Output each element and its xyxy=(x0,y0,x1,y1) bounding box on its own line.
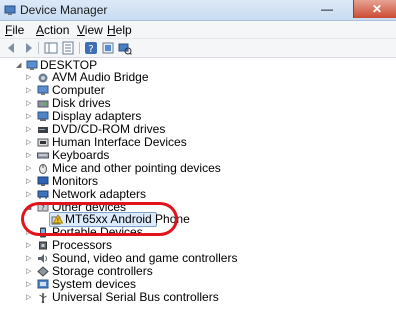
dvd-drive-icon xyxy=(38,127,48,133)
tree-item-mice[interactable]: ▷ Mice and other pointing devices xyxy=(0,162,396,174)
hid-icon xyxy=(37,138,49,147)
properties-icon[interactable] xyxy=(61,41,75,55)
expand-arrow-icon[interactable]: ▷ xyxy=(26,152,33,159)
toolbar-separator xyxy=(79,42,80,54)
menu-file[interactable]: File xyxy=(5,23,24,37)
expand-arrow-icon[interactable]: ▷ xyxy=(26,113,33,120)
device-manager-icon xyxy=(4,5,16,15)
computer-icon xyxy=(26,60,38,70)
minimize-button[interactable]: — xyxy=(314,0,340,18)
storage-controller-icon xyxy=(37,266,49,277)
red-highlight-annotation xyxy=(21,202,178,236)
window-title: Device Manager xyxy=(20,3,108,17)
tree-item-avm-audio-bridge[interactable]: ▷ AVM Audio Bridge xyxy=(0,71,396,83)
mouse-icon xyxy=(39,164,47,174)
tree-item-monitors[interactable]: ▷ Monitors xyxy=(0,175,396,187)
tree-item-human-interface-devices[interactable]: ▷ Human Interface Devices xyxy=(0,136,396,148)
network-adapter-icon xyxy=(37,190,49,199)
tree-item-keyboards[interactable]: ▷ Keyboards xyxy=(0,149,396,161)
usb-icon xyxy=(39,293,47,303)
expand-arrow-icon[interactable]: ▷ xyxy=(26,100,33,107)
sound-icon xyxy=(38,254,47,263)
monitor-icon xyxy=(37,176,49,186)
audio-icon xyxy=(38,73,48,83)
expand-arrow-icon[interactable]: ▷ xyxy=(26,139,33,146)
tree-item-dvd-cd-rom-drives[interactable]: ▷ DVD/CD-ROM drives xyxy=(0,123,396,135)
show-hide-tree-icon[interactable] xyxy=(44,41,58,55)
system-device-icon xyxy=(37,279,49,289)
toolbar-separator xyxy=(38,42,39,54)
processor-icon xyxy=(39,241,47,250)
expand-arrow-icon[interactable]: ▷ xyxy=(26,281,33,288)
update-driver-icon[interactable] xyxy=(101,41,115,55)
expand-arrow-icon[interactable]: ▷ xyxy=(26,191,33,198)
expand-arrow-icon[interactable]: ▷ xyxy=(26,242,33,249)
tree-item-network-adapters[interactable]: ▷ Network adapters xyxy=(0,188,396,200)
expand-arrow-icon[interactable]: ▷ xyxy=(26,87,33,94)
tree-item-computer[interactable]: ▷ Computer xyxy=(0,84,396,96)
menu-help[interactable]: Help xyxy=(107,23,132,37)
toolbar: ? xyxy=(0,39,396,58)
device-tree: ◢ DESKTOP ▷ AVM Audio Bridge ▷ Computer … xyxy=(0,58,396,314)
expand-arrow-icon[interactable]: ▷ xyxy=(26,255,33,262)
menu-view[interactable]: View xyxy=(77,23,103,37)
expand-arrow-icon[interactable]: ▷ xyxy=(26,268,33,275)
title-bar: Device Manager — ✕ xyxy=(0,0,396,21)
expand-arrow-icon[interactable]: ▷ xyxy=(26,74,33,81)
expand-arrow-icon[interactable]: ▷ xyxy=(26,165,33,172)
display-adapter-icon xyxy=(37,111,49,121)
menu-bar: File Action View Help xyxy=(0,21,396,39)
computer-icon xyxy=(37,85,49,95)
close-button[interactable]: ✕ xyxy=(353,0,396,18)
tree-item-disk-drives[interactable]: ▷ Disk drives xyxy=(0,97,396,109)
menu-action[interactable]: Action xyxy=(36,23,69,37)
forward-icon[interactable] xyxy=(21,41,35,55)
disk-drive-icon xyxy=(37,100,49,108)
tree-item-system-devices[interactable]: ▷ System devices xyxy=(0,278,396,290)
back-icon[interactable] xyxy=(5,41,19,55)
tree-item-usb-controllers[interactable]: ▷ Universal Serial Bus controllers xyxy=(0,291,396,303)
tree-item-processors[interactable]: ▷ Processors xyxy=(0,239,396,251)
collapse-arrow-icon[interactable]: ◢ xyxy=(16,62,23,69)
expand-arrow-icon[interactable]: ▷ xyxy=(26,126,33,133)
svg-text:?: ? xyxy=(88,44,93,55)
tree-item-sound-video-game-controllers[interactable]: ▷ Sound, video and game controllers xyxy=(0,252,396,264)
scan-hardware-icon[interactable] xyxy=(118,41,132,55)
expand-arrow-icon[interactable]: ▷ xyxy=(26,178,33,185)
tree-item-storage-controllers[interactable]: ▷ Storage controllers xyxy=(0,265,396,277)
keyboard-icon xyxy=(37,152,49,159)
tree-item-display-adapters[interactable]: ▷ Display adapters xyxy=(0,110,396,122)
help-icon[interactable]: ? xyxy=(84,41,98,55)
expand-arrow-icon[interactable]: ▷ xyxy=(26,294,33,301)
